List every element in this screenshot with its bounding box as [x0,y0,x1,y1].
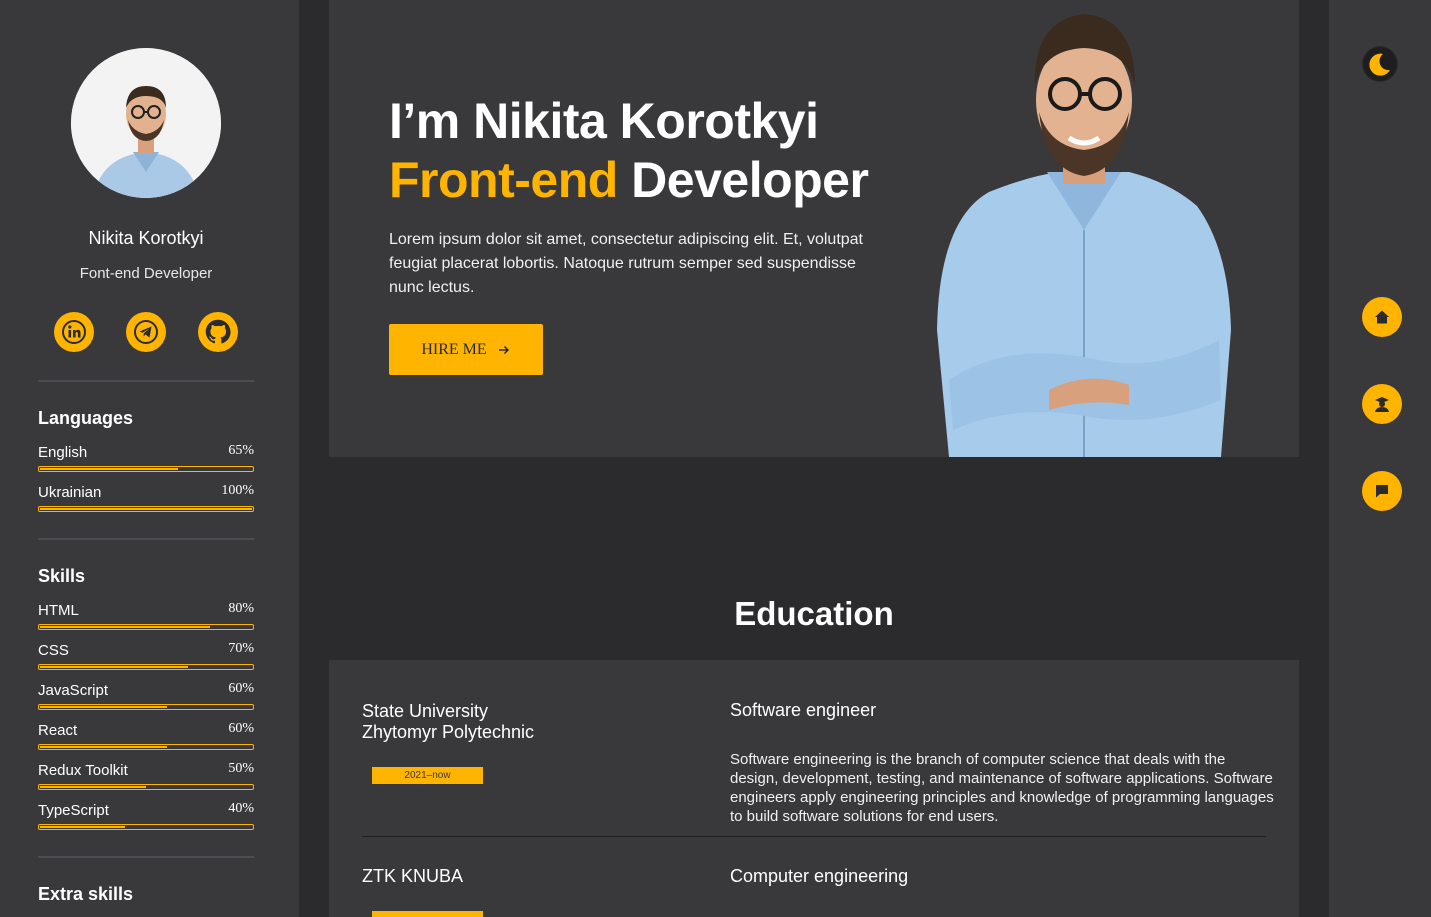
skill-progress-bar [38,506,254,512]
skill-progress-bar [38,744,254,750]
skill-label: Redux Toolkit [38,762,128,779]
skill-row: English 65% [38,443,254,474]
hire-me-label: HIRE ME [421,340,487,358]
languages-title: Languages [38,408,134,428]
skill-row: JavaScript 60% [38,681,254,712]
avatar-photo [71,48,221,198]
skill-progress-bar [38,624,254,630]
profile-role: Font-end Developer [79,265,213,282]
skill-label: TypeScript [38,802,109,819]
skill-row: Redux Toolkit 50% [38,761,254,792]
skill-label: HTML [38,602,79,619]
linkedin-link[interactable] [54,312,94,352]
skill-progress-fill [40,786,146,788]
skill-progress-fill [40,666,189,668]
sidebar-divider [38,856,254,858]
skill-percent: 50% [228,761,254,776]
skill-percent: 60% [228,681,254,696]
hero-heading: I’m Nikita Korotkyi [389,93,819,149]
hero-description: Lorem ipsum dolor sit amet, consectetur … [389,231,863,296]
sidebar-divider [38,538,254,540]
skill-row: CSS 70% [38,641,254,672]
moon-icon [1363,47,1397,81]
skill-percent: 100% [221,483,254,498]
hero-accent-text: Front-end [389,152,618,208]
nav-home-button[interactable] [1362,297,1402,337]
skill-label: React [38,722,78,739]
sidebar-divider [38,380,254,382]
skill-row: TypeScript 40% [38,801,254,832]
graduate-icon [1375,397,1389,412]
skill-label: CSS [38,642,69,659]
skill-progress-fill [40,468,178,470]
arrow-right-icon [498,345,509,354]
skill-progress-fill [40,706,168,708]
github-icon [205,319,231,344]
skills-title: Skills [38,566,86,586]
theme-toggle-button[interactable] [1362,46,1398,82]
extra-skills-title: Extra skills [38,884,134,904]
nav-contact-button[interactable] [1362,471,1402,511]
skill-progress-bar [38,824,254,830]
skill-progress-bar [38,784,254,790]
skill-percent: 70% [228,641,254,656]
education-school: ZTK KNUBA [362,866,464,886]
skill-progress-bar [38,466,254,472]
skill-row: HTML 80% [38,601,254,632]
education-date-badge: 2021–now [372,767,483,784]
education-school: State University Zhytomyr Polytechnic [362,701,535,742]
skill-label: JavaScript [38,682,109,699]
education-description: Software engineering is the branch of co… [730,751,1274,825]
hero-section: I’m Nikita Korotkyi Front-end Developer … [329,0,1299,457]
linkedin-icon [62,320,86,344]
education-date-badge [372,911,483,917]
hero-rest-text: Developer [617,152,869,208]
profile-name: Nikita Korotkyi [88,228,204,248]
telegram-icon [134,320,158,344]
education-card: State University Zhytomyr Polytechnic 20… [329,660,1299,917]
skill-progress-fill [40,746,168,748]
home-icon [1375,310,1389,324]
education-title: Education [734,595,894,632]
sidebar: Nikita Korotkyi Font-end Developer Langu… [0,0,299,917]
education-degree: Computer engineering [730,866,909,886]
skill-percent: 80% [228,601,254,616]
skill-progress-bar [38,664,254,670]
education-divider [362,836,1266,837]
skill-percent: 60% [228,721,254,736]
skill-row: Ukrainian 100% [38,483,254,514]
skill-label: Ukrainian [38,484,102,501]
chat-icon [1376,485,1388,498]
avatar [71,48,221,198]
github-link[interactable] [198,312,238,352]
skill-progress-fill [40,826,125,828]
skill-percent: 65% [228,443,254,458]
nav-education-button[interactable] [1362,384,1402,424]
hero-photo [937,14,1231,457]
right-navbar [1329,0,1431,917]
education-degree: Software engineer [730,700,877,720]
skill-progress-fill [40,626,210,628]
skill-progress-bar [38,704,254,710]
hero-subheading: Front-end Developer [389,151,869,209]
skill-progress-fill [40,508,252,510]
skill-label: English [38,444,88,461]
telegram-link[interactable] [126,312,166,352]
skill-percent: 40% [228,801,254,816]
hire-me-button[interactable]: HIRE ME [389,324,543,375]
skill-row: React 60% [38,721,254,752]
